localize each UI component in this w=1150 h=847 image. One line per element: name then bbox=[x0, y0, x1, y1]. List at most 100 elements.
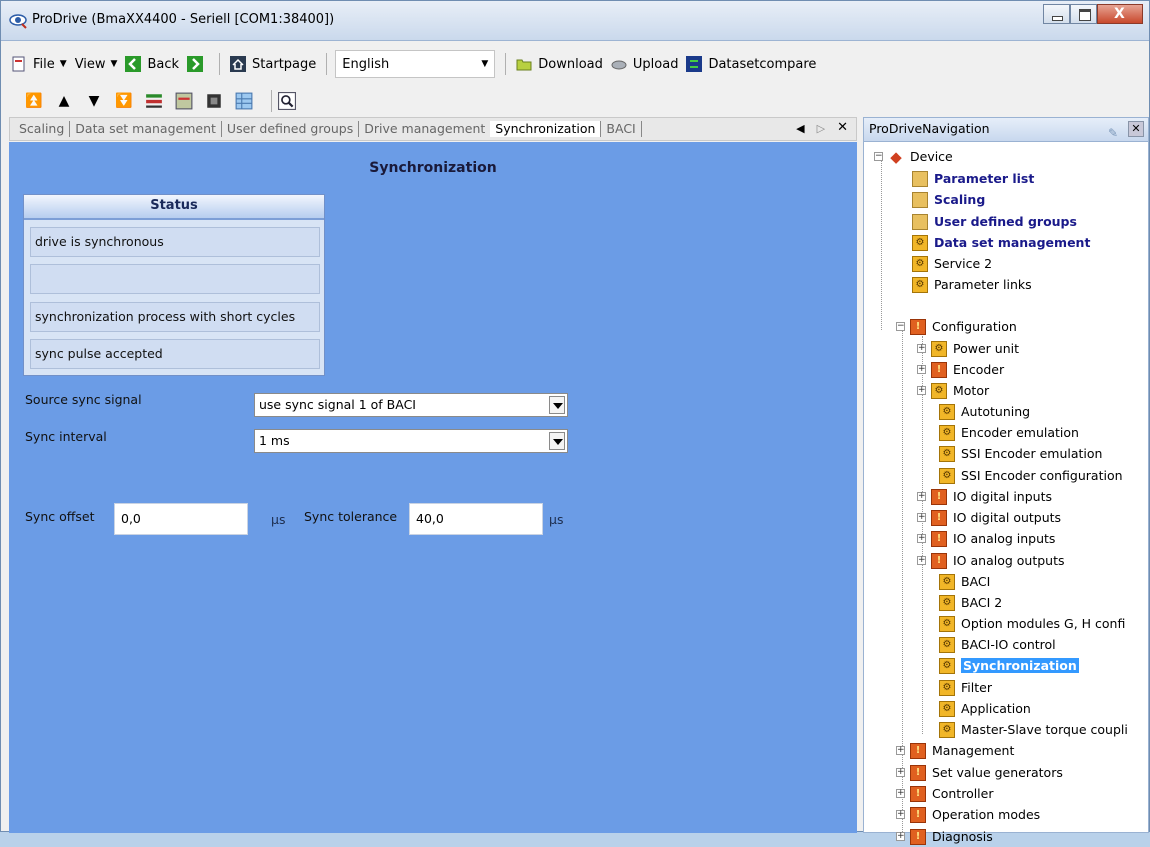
tree-item-parameter-links[interactable]: ⚙ Parameter links bbox=[912, 274, 1032, 295]
language-select[interactable]: English ▼ bbox=[335, 50, 496, 78]
datasetcompare-button[interactable]: Datasetcompare bbox=[682, 51, 820, 77]
expand-icon[interactable]: + bbox=[896, 768, 905, 777]
tree-item-ssi-encoder-emulation[interactable]: ⚙ SSI Encoder emulation bbox=[939, 443, 1102, 464]
tree-item-label: Controller bbox=[932, 786, 994, 801]
download-button[interactable]: Download bbox=[512, 51, 607, 77]
app-icon bbox=[9, 14, 27, 29]
tree-item-synchronization[interactable]: ⚙ Synchronization bbox=[939, 655, 1079, 676]
expand-icon[interactable]: + bbox=[917, 492, 926, 501]
view-menu[interactable]: View ▼ bbox=[71, 51, 122, 77]
source-sync-signal-select[interactable]: use sync signal 1 of BACI bbox=[254, 393, 568, 417]
tree-item-configuration[interactable]: − ! Configuration bbox=[896, 316, 1017, 337]
tree-item-label: IO digital inputs bbox=[953, 489, 1052, 504]
tree-item-scaling[interactable]: Scaling bbox=[912, 189, 985, 210]
collapse-icon[interactable]: − bbox=[874, 152, 883, 161]
tree-item-baci-2[interactable]: ⚙ BACI 2 bbox=[939, 592, 1002, 613]
folder-icon: ! bbox=[931, 361, 947, 378]
upload-icon bbox=[611, 60, 627, 70]
tree-item-autotuning[interactable]: ⚙ Autotuning bbox=[939, 401, 1030, 422]
back-button[interactable]: Back bbox=[121, 51, 183, 77]
expand-icon[interactable]: + bbox=[917, 534, 926, 543]
startpage-button[interactable]: Startpage bbox=[226, 51, 320, 77]
scroll-left-icon[interactable]: ◀ bbox=[796, 122, 804, 135]
close-button[interactable] bbox=[1097, 4, 1143, 24]
tree-item-encoder-emulation[interactable]: ⚙ Encoder emulation bbox=[939, 422, 1079, 443]
table-icon[interactable] bbox=[235, 92, 253, 110]
tree-item-baci[interactable]: ⚙ BACI bbox=[939, 571, 990, 592]
tree-item-ssi-encoder-configuration[interactable]: ⚙ SSI Encoder configuration bbox=[939, 465, 1123, 486]
pin-icon[interactable]: ✎ bbox=[1108, 122, 1124, 140]
tree-item-controller[interactable]: + ! Controller bbox=[896, 783, 994, 804]
tree-item-label: Data set management bbox=[934, 235, 1091, 250]
back-arrow-icon bbox=[125, 56, 142, 72]
tree-item-management[interactable]: + ! Management bbox=[896, 740, 1014, 761]
tree-item-option-modules[interactable]: ⚙ Option modules G, H confi bbox=[939, 613, 1125, 634]
close-panel-icon[interactable]: ✕ bbox=[1128, 121, 1144, 137]
tab-user-defined-groups[interactable]: User defined groups bbox=[222, 121, 360, 137]
move-down-icon[interactable]: ▼ bbox=[85, 92, 103, 110]
tree-item-master-slave-torque[interactable]: ⚙ Master-Slave torque coupli bbox=[939, 719, 1128, 740]
tree-item-application[interactable]: ⚙ Application bbox=[939, 698, 1031, 719]
folder-icon: ! bbox=[910, 742, 926, 759]
secondary-toolbar: ⏫ ▲ ▼ ⏬ bbox=[1, 87, 1149, 115]
move-to-top-icon[interactable]: ⏫ bbox=[25, 92, 43, 110]
maximize-button[interactable] bbox=[1070, 4, 1097, 24]
sync-interval-label: Sync interval bbox=[25, 429, 107, 444]
expand-icon[interactable]: + bbox=[917, 556, 926, 565]
chevron-down-icon: ▼ bbox=[59, 59, 67, 69]
sync-offset-input[interactable]: 0,0 bbox=[114, 503, 248, 535]
tree-item-device[interactable]: − ◆ Device bbox=[874, 146, 953, 167]
sync-interval-select[interactable]: 1 ms bbox=[254, 429, 568, 453]
tree-item-io-digital-inputs[interactable]: + ! IO digital inputs bbox=[917, 486, 1052, 507]
tab-drive-management[interactable]: Drive management bbox=[359, 121, 490, 137]
expand-icon[interactable]: + bbox=[896, 810, 905, 819]
sync-tolerance-input[interactable]: 40,0 bbox=[409, 503, 543, 535]
close-tab-icon[interactable]: ✕ bbox=[837, 120, 848, 135]
tree-item-user-defined-groups[interactable]: User defined groups bbox=[912, 211, 1077, 232]
upload-button[interactable]: Upload bbox=[607, 51, 683, 77]
minimize-button[interactable] bbox=[1043, 4, 1070, 24]
tree-item-parameter-list[interactable]: Parameter list bbox=[912, 168, 1034, 189]
expand-icon[interactable]: + bbox=[917, 513, 926, 522]
expand-icon[interactable]: + bbox=[917, 365, 926, 374]
tree-item-baci-io-control[interactable]: ⚙ BACI-IO control bbox=[939, 634, 1056, 655]
tree-item-set-value-generators[interactable]: + ! Set value generators bbox=[896, 762, 1063, 783]
tree-item-power-unit[interactable]: + ⚙ Power unit bbox=[917, 338, 1019, 359]
tree-item-io-digital-outputs[interactable]: + ! IO digital outputs bbox=[917, 507, 1061, 528]
tree-item-data-set-management[interactable]: ⚙ Data set management bbox=[912, 232, 1090, 253]
collapse-icon[interactable]: − bbox=[896, 322, 905, 331]
tree-item-label: BACI-IO control bbox=[961, 637, 1056, 652]
tree-item-motor[interactable]: + ⚙ Motor bbox=[917, 380, 989, 401]
tab-baci[interactable]: BACI bbox=[601, 121, 642, 137]
file-menu[interactable]: File ▼ bbox=[7, 51, 71, 77]
tree-item-io-analog-inputs[interactable]: + ! IO analog inputs bbox=[917, 528, 1055, 549]
tab-scaling[interactable]: Scaling bbox=[14, 121, 71, 137]
tree-item-label: Encoder emulation bbox=[961, 425, 1079, 440]
tree-item-service-2[interactable]: ⚙ Service 2 bbox=[912, 253, 992, 274]
insert-row-icon[interactable] bbox=[145, 92, 163, 110]
datasetcompare-label: Datasetcompare bbox=[708, 56, 817, 72]
tree-item-label: Management bbox=[932, 743, 1015, 758]
move-to-bottom-icon[interactable]: ⏬ bbox=[115, 92, 133, 110]
delete-row-icon[interactable] bbox=[175, 92, 193, 110]
tab-data-set-management[interactable]: Data set management bbox=[70, 121, 222, 137]
tree-item-encoder[interactable]: + ! Encoder bbox=[917, 359, 1004, 380]
expand-icon[interactable]: + bbox=[896, 832, 905, 841]
tree-item-io-analog-outputs[interactable]: + ! IO analog outputs bbox=[917, 550, 1065, 571]
tree-item-operation-modes[interactable]: + ! Operation modes bbox=[896, 804, 1040, 825]
expand-icon[interactable]: + bbox=[917, 344, 926, 353]
expand-icon[interactable]: + bbox=[896, 789, 905, 798]
chip-icon[interactable] bbox=[205, 92, 223, 110]
tree-item-diagnosis[interactable]: + ! Diagnosis bbox=[896, 826, 993, 847]
scroll-right-icon[interactable]: ▷ bbox=[817, 122, 825, 135]
tree-item-filter[interactable]: ⚙ Filter bbox=[939, 677, 992, 698]
move-up-icon[interactable]: ▲ bbox=[55, 92, 73, 110]
tab-synchronization[interactable]: Synchronization bbox=[490, 121, 602, 137]
tree-item-label: Parameter list bbox=[934, 171, 1035, 186]
expand-icon[interactable]: + bbox=[896, 746, 905, 755]
tree-item-label: IO analog outputs bbox=[953, 553, 1065, 568]
expand-icon[interactable]: + bbox=[917, 386, 926, 395]
forward-button[interactable] bbox=[183, 51, 213, 77]
search-icon[interactable] bbox=[278, 92, 296, 110]
sync-interval-value: 1 ms bbox=[259, 433, 290, 448]
